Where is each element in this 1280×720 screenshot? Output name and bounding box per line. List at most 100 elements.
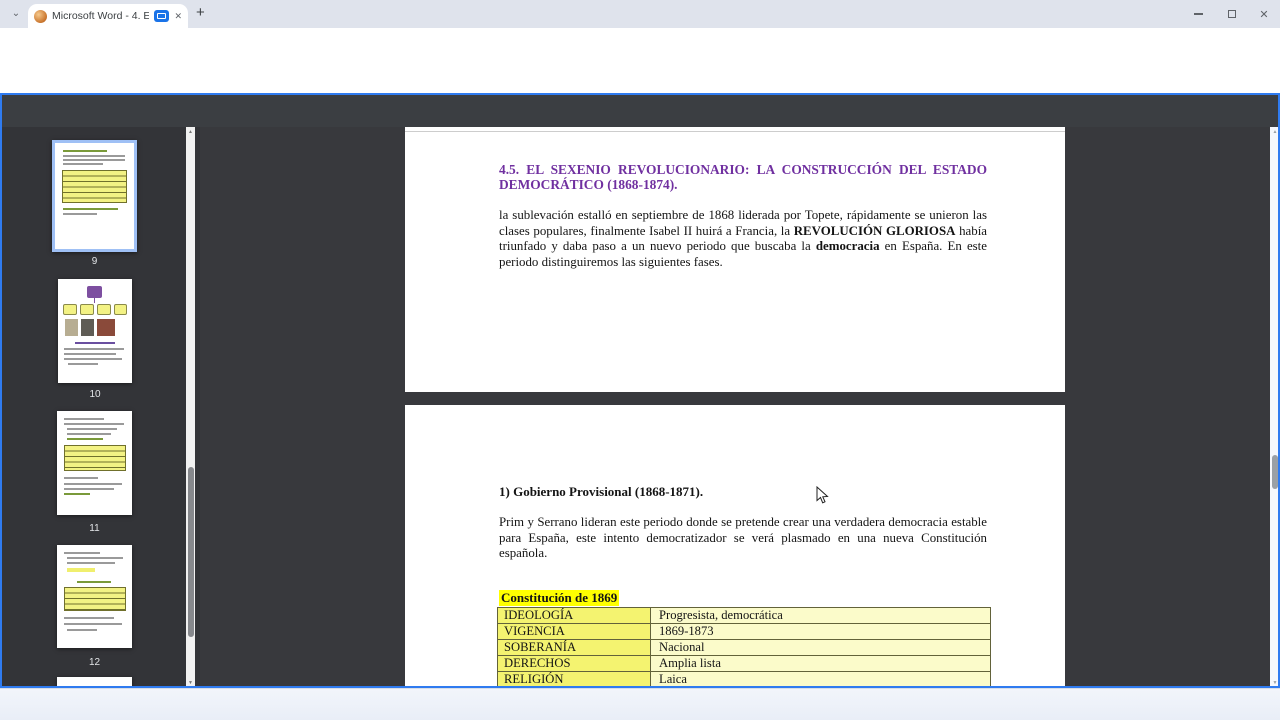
table-cell-value: 1869-1873 xyxy=(651,624,990,639)
table-cell-label: VIGENCIA xyxy=(498,624,651,639)
table-cell-label: SOBERANÍA xyxy=(498,640,651,655)
tab-title: Microsoft Word - 4. EL CON xyxy=(52,10,150,22)
thumb-preview xyxy=(63,208,118,210)
window-minimize-button[interactable] xyxy=(1190,6,1206,22)
thumb-preview xyxy=(94,298,95,303)
scroll-up-icon[interactable]: ▲ xyxy=(186,129,195,135)
paragraph-1-bold: democracia xyxy=(815,239,880,254)
thumb-preview xyxy=(87,286,102,298)
thumb-preview xyxy=(63,304,77,315)
taskbar: 8°C Frac. despejado W ∧ xyxy=(0,688,1280,720)
thumb-preview xyxy=(64,348,124,350)
thumb-preview xyxy=(81,319,94,336)
thumb-preview xyxy=(63,163,103,165)
thumb-preview xyxy=(64,353,116,355)
main-scrollbar-thumb[interactable] xyxy=(1272,455,1278,489)
table-cell-value: Nacional xyxy=(651,640,990,655)
scroll-down-icon[interactable]: ▼ xyxy=(186,680,195,686)
table-row: DERECHOS Amplia lista xyxy=(498,656,990,672)
pdf-toolbar: ☰ Microsoft Word - 4. EL CONSTITUCIONALI… xyxy=(0,95,1280,215)
browser-tab[interactable]: Microsoft Word - 4. EL CON ✕ xyxy=(28,4,188,28)
table-cell-value: Amplia lista xyxy=(651,656,990,671)
table-title-highlighted: Constitución de 1869 xyxy=(499,590,620,606)
window-close-button[interactable]: ✕ xyxy=(1256,6,1272,22)
screen: ⌄ Microsoft Word - 4. EL CON ✕ + ✕ ← → ↻… xyxy=(0,0,1280,720)
tab-favicon-icon xyxy=(34,9,47,23)
thumb-preview xyxy=(68,363,98,365)
thumbnail-sidebar: 9 10 11 12 ▲ ▼ xyxy=(0,127,200,688)
thumbnail-label-11: 11 xyxy=(89,523,100,534)
sidebar-scrollbar[interactable]: ▲ ▼ xyxy=(186,127,195,688)
table-cell-value: Laica xyxy=(651,672,990,688)
thumb-preview xyxy=(64,587,126,611)
thumb-preview xyxy=(64,552,100,554)
thumb-preview xyxy=(63,213,97,215)
thumbnail-page-9[interactable] xyxy=(52,140,137,252)
thumbnail-label-9: 9 xyxy=(91,256,98,267)
table-row: IDEOLOGÍA Progresista, democrática xyxy=(498,608,990,624)
tab-sharing-indicator-icon xyxy=(154,10,170,22)
thumbnail-page-11[interactable] xyxy=(57,411,132,515)
thumb-preview xyxy=(64,477,98,479)
tab-sharing-banner: Compartiendo esta pestaña con jitsimeet0… xyxy=(0,56,1280,143)
thumb-preview xyxy=(114,304,127,315)
table-row: RELIGIÓN Laica xyxy=(498,672,990,688)
thumbnail-page-12[interactable] xyxy=(57,545,132,648)
content-divider xyxy=(405,131,1065,132)
thumb-preview xyxy=(63,155,125,157)
thumb-preview xyxy=(97,319,115,336)
thumb-preview xyxy=(64,493,90,495)
thumb-preview xyxy=(63,150,107,152)
sidebar-scrollbar-thumb[interactable] xyxy=(187,467,194,637)
thumb-preview xyxy=(67,433,111,435)
thumb-preview xyxy=(67,438,103,440)
thumb-preview xyxy=(62,170,127,203)
thumb-preview xyxy=(64,623,122,625)
browser-toolbar: ← → ↻ aulavirtual35.educa.madrid.org/cep… xyxy=(0,28,1280,83)
thumb-preview xyxy=(77,581,111,583)
section-heading: 4.5. EL SEXENIO REVOLUCIONARIO: LA CONST… xyxy=(499,162,987,192)
thumb-preview xyxy=(64,483,122,485)
pdf-page-9: 4.5. EL SEXENIO REVOLUCIONARIO: LA CONST… xyxy=(405,127,1065,392)
thumb-preview xyxy=(97,304,111,315)
new-tab-button[interactable]: + xyxy=(196,4,205,21)
thumbnail-page-10[interactable] xyxy=(58,279,132,383)
subsection-heading: 1) Gobierno Provisional (1868-1871). xyxy=(499,484,704,499)
thumb-preview xyxy=(67,557,123,559)
scroll-up-icon[interactable]: ▲ xyxy=(1270,129,1280,135)
tab-close-icon[interactable]: ✕ xyxy=(174,11,182,22)
window-restore-button[interactable] xyxy=(1224,6,1240,22)
thumbnail-label-12: 12 xyxy=(88,657,101,668)
tab-search-icon[interactable]: ⌄ xyxy=(8,5,24,21)
thumb-preview xyxy=(65,319,78,336)
thumb-preview xyxy=(64,358,122,360)
scroll-down-icon[interactable]: ▼ xyxy=(1270,680,1280,686)
thumb-preview xyxy=(67,568,95,572)
pdf-page-10: 1) Gobierno Provisional (1868-1871). Pri… xyxy=(405,405,1065,689)
thumb-preview xyxy=(64,617,114,619)
main-scrollbar[interactable]: ▲ ▼ xyxy=(1270,127,1280,688)
tab-strip: ⌄ Microsoft Word - 4. EL CON ✕ + ✕ xyxy=(0,0,1280,28)
table-cell-label: RELIGIÓN xyxy=(498,672,651,688)
thumb-preview xyxy=(64,488,114,490)
thumb-preview xyxy=(63,159,125,161)
thumb-preview xyxy=(64,418,104,420)
thumb-preview xyxy=(64,445,126,471)
thumb-preview xyxy=(67,629,97,631)
thumb-preview xyxy=(80,304,94,315)
table-cell-label: DERECHOS xyxy=(498,656,651,671)
thumb-preview xyxy=(64,423,124,425)
thumb-preview xyxy=(67,562,115,564)
paragraph-1-bold: REVOLUCIÓN GLORIOSA xyxy=(793,223,956,238)
thumb-preview xyxy=(67,428,117,430)
mouse-cursor xyxy=(816,486,829,504)
paragraph-1: la sublevación estalló en septiembre de … xyxy=(499,208,987,270)
constitution-table: IDEOLOGÍA Progresista, democrática VIGEN… xyxy=(497,607,991,689)
thumbnail-label-10: 10 xyxy=(89,389,101,400)
thumbnail-page-13-partial[interactable] xyxy=(57,677,132,688)
table-cell-label: IDEOLOGÍA xyxy=(498,608,651,623)
table-row: VIGENCIA 1869-1873 xyxy=(498,624,990,640)
table-cell-value: Progresista, democrática xyxy=(651,608,990,623)
table-row: SOBERANÍA Nacional xyxy=(498,640,990,656)
paragraph-2: Prim y Serrano lideran este periodo dond… xyxy=(499,515,987,561)
